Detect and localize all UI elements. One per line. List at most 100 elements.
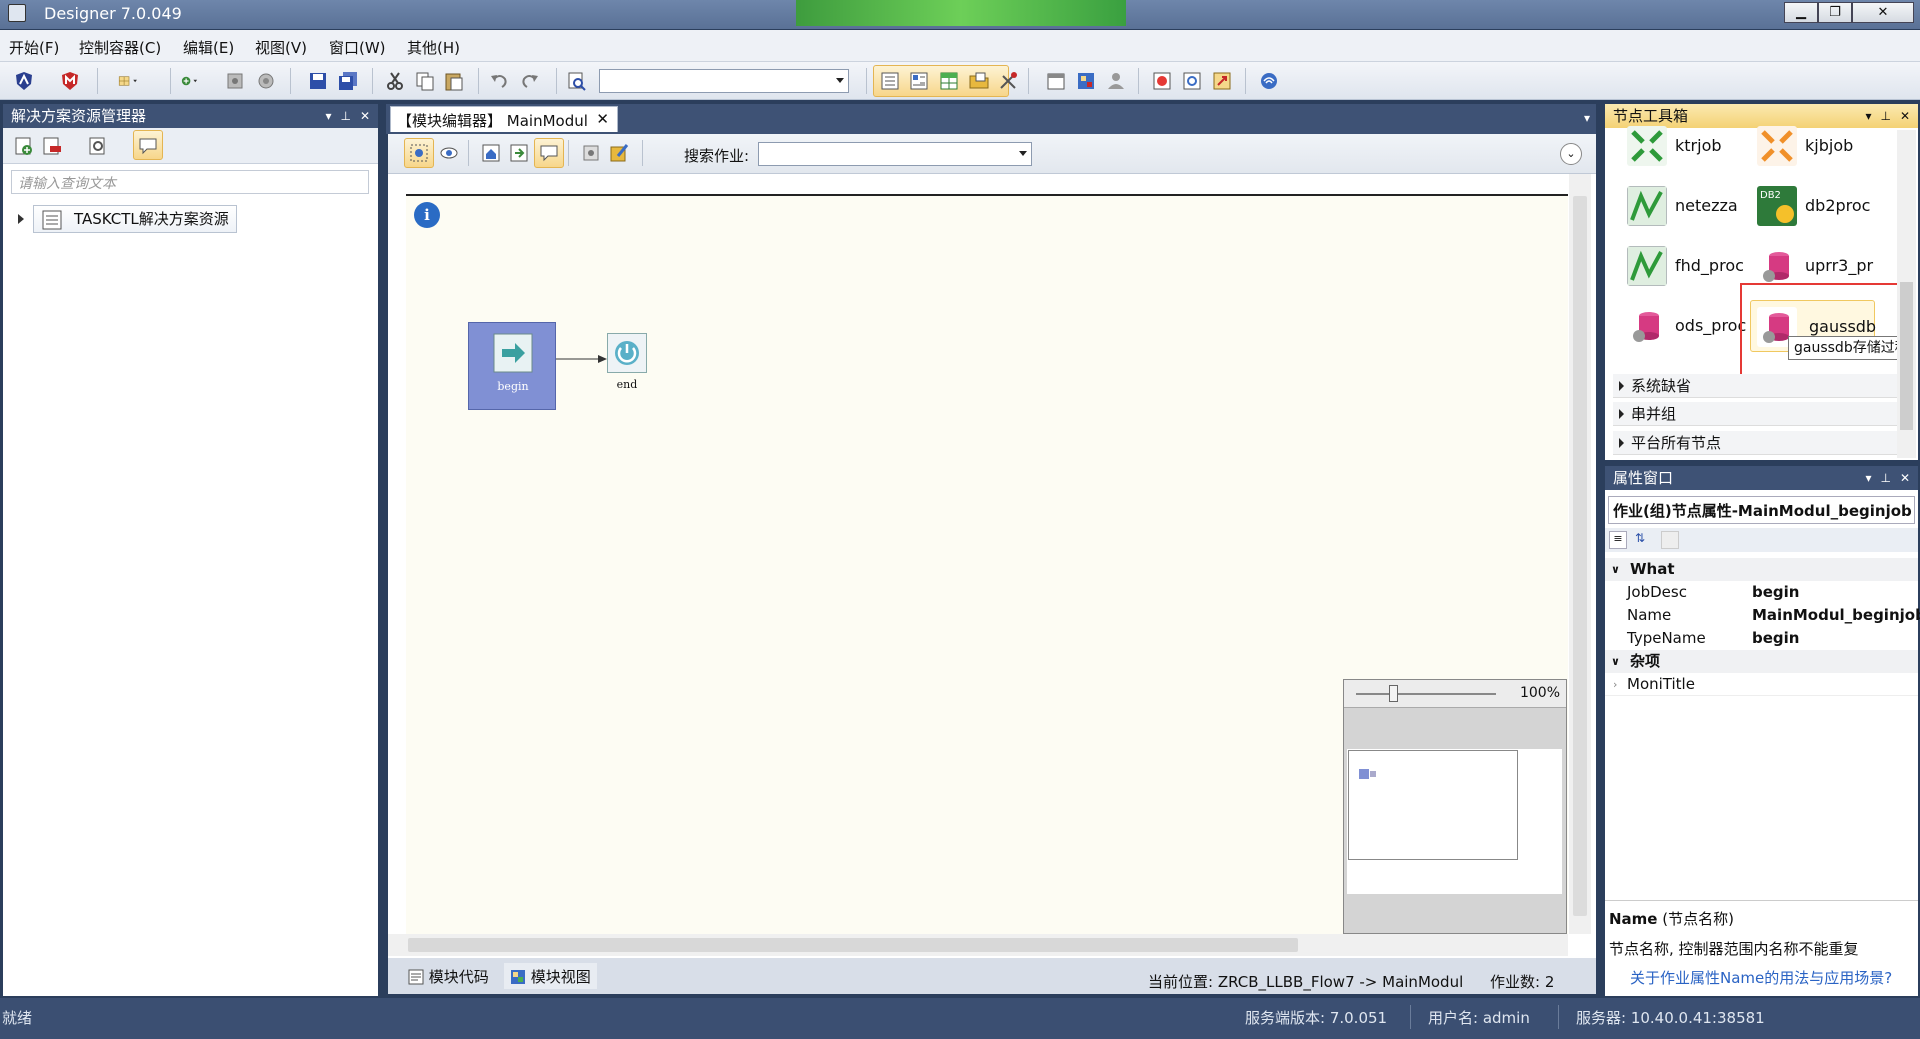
home-node-icon[interactable] — [480, 142, 502, 164]
pin-icon[interactable]: ⊥ — [1880, 109, 1890, 123]
info-icon[interactable]: i — [414, 202, 440, 228]
tree-expand-icon[interactable] — [18, 214, 24, 224]
redo-icon[interactable] — [519, 70, 541, 92]
tools-icon[interactable] — [997, 70, 1019, 92]
overview-viewport[interactable] — [1348, 750, 1518, 860]
tool-db2proc[interactable]: DB2 db2proc — [1757, 182, 1887, 232]
section-serial-parallel[interactable]: 串并组 — [1613, 402, 1898, 426]
categorized-icon[interactable]: ≡ — [1609, 531, 1627, 549]
tab-list-icon[interactable]: ▾ — [1584, 111, 1590, 125]
shield-red-icon[interactable] — [59, 70, 81, 92]
delete-solution-icon[interactable] — [41, 135, 63, 157]
table-view-icon[interactable] — [938, 70, 960, 92]
edit-node-icon[interactable] — [608, 142, 630, 164]
find-icon[interactable] — [566, 70, 588, 92]
undo-icon[interactable] — [488, 70, 510, 92]
canvas-hscrollbar[interactable] — [388, 934, 1568, 956]
close-button[interactable]: ✕ — [1852, 2, 1914, 23]
node-end[interactable] — [607, 333, 647, 373]
comment-node-icon[interactable] — [538, 142, 560, 164]
connect-icon[interactable] — [224, 70, 246, 92]
list-view-icon[interactable] — [879, 70, 901, 92]
tool-ods-proc[interactable]: ods_proc — [1627, 302, 1747, 352]
menu-view[interactable]: 视图(V) — [255, 37, 307, 58]
solution-search-input[interactable]: 请输入查询文本 — [11, 170, 369, 194]
property-pages-icon[interactable] — [1661, 531, 1679, 549]
sort-alpha-icon[interactable]: ⇅ — [1631, 531, 1649, 549]
minimize-button[interactable]: ▁ — [1784, 2, 1818, 23]
category-what[interactable]: ∨ What — [1605, 558, 1918, 581]
node-settings-icon[interactable] — [580, 142, 602, 164]
search-job-combo[interactable] — [758, 142, 1032, 166]
toolbox-scrollbar[interactable] — [1897, 130, 1916, 458]
wifi-icon[interactable] — [1258, 70, 1280, 92]
category-misc[interactable]: ∨ 杂项 — [1605, 650, 1918, 673]
menu-other[interactable]: 其他(H) — [407, 37, 460, 58]
dropdown-icon[interactable]: ▾ — [325, 109, 331, 123]
zoom-slider-track[interactable] — [1356, 693, 1496, 695]
menu-controller[interactable]: 控制容器(C) — [79, 37, 161, 58]
tab-module-code[interactable]: 模块代码 — [402, 963, 495, 989]
save-all-icon[interactable] — [337, 70, 359, 92]
close-icon[interactable]: ✕ — [1900, 109, 1910, 123]
restore-button[interactable]: ❐ — [1818, 2, 1852, 23]
dropdown-icon[interactable]: ▾ — [1865, 471, 1871, 485]
expand-icon[interactable]: › — [1613, 673, 1617, 696]
paste-icon[interactable] — [443, 70, 465, 92]
search-doc-icon[interactable] — [1181, 70, 1203, 92]
property-jobdesc-value[interactable]: begin — [1752, 581, 1799, 604]
property-row[interactable]: JobDesc begin — [1605, 581, 1918, 604]
find-solution-icon[interactable] — [87, 135, 109, 157]
collapse-icon[interactable]: ∨ — [1611, 558, 1620, 581]
tool-ktrjob[interactable]: ktrjob — [1627, 122, 1747, 172]
copy-icon[interactable] — [414, 70, 436, 92]
tab-module-view[interactable]: 模块视图 — [504, 963, 597, 989]
menu-start[interactable]: 开始(F) — [9, 37, 59, 58]
pin-icon[interactable]: ⊥ — [340, 109, 350, 123]
pan-mode-icon[interactable] — [438, 142, 460, 164]
property-row[interactable]: Name MainModul_beginjob — [1605, 604, 1920, 627]
section-system-default[interactable]: 系统缺省 — [1613, 374, 1898, 398]
calendar-icon[interactable] — [1045, 70, 1067, 92]
tab-module-editor[interactable]: 【模块编辑器】 MainModul ✕ — [390, 106, 618, 132]
add-dropdown-icon[interactable] — [180, 70, 216, 92]
disconnect-icon[interactable] — [255, 70, 277, 92]
new-solution-icon[interactable] — [13, 135, 35, 157]
close-icon[interactable]: ✕ — [360, 109, 370, 123]
property-name-value[interactable]: MainModul_beginjob — [1752, 604, 1920, 627]
export-icon[interactable] — [1211, 70, 1233, 92]
select-mode-icon[interactable] — [408, 142, 430, 164]
tool-kjbjob[interactable]: kjbjob — [1757, 122, 1887, 172]
collapse-icon[interactable]: ∨ — [1611, 650, 1620, 673]
export-node-icon[interactable] — [508, 142, 530, 164]
save-icon[interactable] — [307, 70, 329, 92]
desc-help-link[interactable]: 关于作业属性Name的用法与应用场景? — [1630, 967, 1892, 988]
menu-window[interactable]: 窗口(W) — [329, 37, 386, 58]
section-platform-nodes[interactable]: 平台所有节点 — [1613, 431, 1898, 455]
user-icon[interactable] — [1105, 70, 1127, 92]
node-begin[interactable]: begin — [468, 322, 556, 410]
property-typename-value[interactable]: begin — [1752, 627, 1799, 650]
property-row[interactable]: › MoniTitle — [1605, 673, 1918, 696]
cut-icon[interactable] — [384, 70, 406, 92]
pin-icon[interactable]: ⊥ — [1880, 471, 1890, 485]
folder-open-icon[interactable] — [968, 70, 990, 92]
monitor-icon[interactable] — [1075, 70, 1097, 92]
zoom-slider-thumb[interactable] — [1389, 685, 1398, 702]
tool-netezza[interactable]: netezza — [1627, 182, 1747, 232]
collapse-toolbar-icon[interactable]: ⌄ — [1560, 143, 1582, 165]
dropdown-icon[interactable]: ▾ — [1865, 109, 1871, 123]
property-row[interactable]: TypeName begin — [1605, 627, 1918, 650]
property-object-name[interactable]: 作业(组)节点属性-MainModul_beginjob — [1608, 496, 1915, 524]
grid-dropdown-icon[interactable] — [118, 70, 154, 92]
toolbar-combo[interactable] — [599, 69, 849, 93]
tool-fhd-proc[interactable]: fhd_proc — [1627, 242, 1747, 292]
menu-edit[interactable]: 编辑(E) — [183, 37, 234, 58]
tab-close-icon[interactable]: ✕ — [596, 110, 609, 128]
comment-icon[interactable] — [137, 135, 159, 157]
detail-view-icon[interactable] — [908, 70, 930, 92]
canvas-vscrollbar[interactable] — [1569, 174, 1591, 934]
shield-blue-icon[interactable] — [13, 70, 35, 92]
close-icon[interactable]: ✕ — [1900, 471, 1910, 485]
stop-icon[interactable] — [1151, 70, 1173, 92]
